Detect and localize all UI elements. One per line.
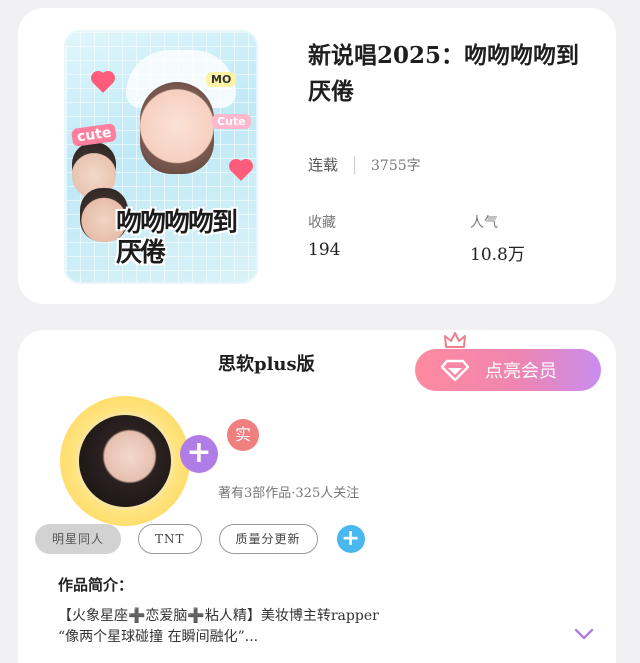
cover-title-art: 吻吻吻吻到厌倦 <box>116 208 238 268</box>
cover-sticker-mo: MO <box>206 72 237 87</box>
tag-item[interactable]: TNT <box>138 524 202 554</box>
favorites-value: 194 <box>308 240 341 260</box>
chevron-down-icon[interactable] <box>574 628 594 640</box>
favorites-stat: 收藏 194 <box>308 212 340 260</box>
diamond-icon <box>441 359 469 381</box>
tag-list: 明星同人 TNT 质量分更新 + <box>35 524 365 554</box>
author-avatar[interactable]: + <box>60 390 218 530</box>
word-count: 3755字 <box>371 157 421 174</box>
favorites-label: 收藏 <box>308 215 336 231</box>
tag-item[interactable]: 明星同人 <box>35 524 122 554</box>
intro-heading: 作品简介： <box>58 576 134 594</box>
author-stats: 著有3部作品·325人关注 <box>218 486 360 501</box>
crown-icon <box>444 332 466 348</box>
book-cover[interactable]: cute Cute MO 吻吻吻吻到厌倦 <box>64 30 258 284</box>
author-name[interactable]: 思软plus版 <box>218 350 315 376</box>
divider <box>354 155 356 174</box>
popularity-label: 人气 <box>470 215 498 231</box>
popularity-value: 10.8万 <box>470 245 525 265</box>
intro-line: 【火象星座➕恋爱脑➕粘人精】美妆博主转rapper <box>58 608 379 624</box>
intro-line: “像两个星球碰撞 在瞬间融化”... <box>58 629 259 645</box>
cover-portrait-graphic <box>140 82 214 174</box>
popularity-stat: 人气 10.8万 <box>470 212 525 265</box>
vip-membership-button[interactable]: 点亮会员 <box>415 349 601 391</box>
add-tag-plus-icon[interactable]: + <box>336 525 365 553</box>
avatar-image <box>76 412 174 510</box>
follow-plus-icon[interactable]: + <box>180 435 218 473</box>
book-info-card: cute Cute MO 吻吻吻吻到厌倦 新说唱2025：吻吻吻吻到厌倦 连载 … <box>18 8 616 304</box>
intro-text[interactable]: 【火象星座➕恋爱脑➕粘人精】美妆博主转rapper “像两个星球碰撞 在瞬间融化… <box>58 606 578 648</box>
vip-button-label: 点亮会员 <box>485 361 557 382</box>
author-card: + 思软plus版 点亮会员 实 著有3部作品·325人关注 明星同人 TNT … <box>18 330 616 663</box>
cover-sticker-cute-2: Cute <box>212 114 251 129</box>
serial-status: 连载 <box>308 156 339 174</box>
verified-badge: 实 <box>227 419 259 451</box>
tag-item[interactable]: 质量分更新 <box>218 524 318 554</box>
book-status-row: 连载 3755字 <box>308 154 421 175</box>
book-title: 新说唱2025：吻吻吻吻到厌倦 <box>308 42 580 105</box>
